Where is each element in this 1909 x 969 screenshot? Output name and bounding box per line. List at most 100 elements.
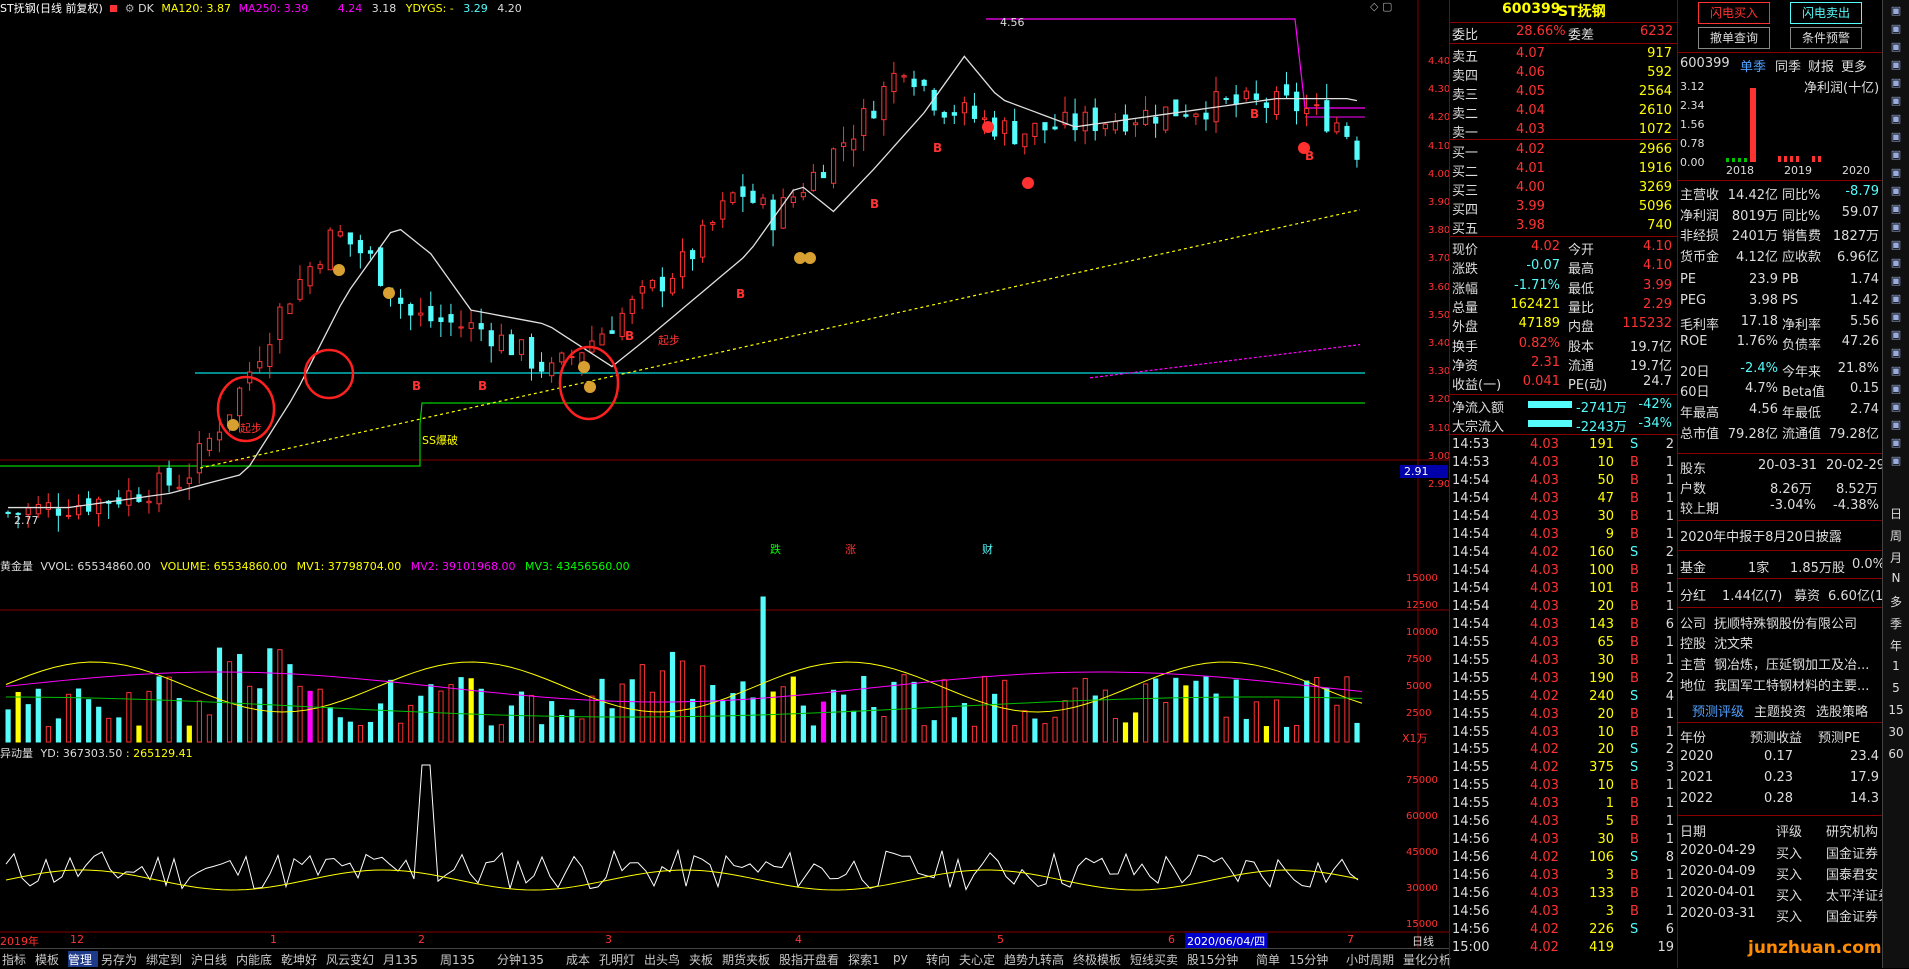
toolbar-icon[interactable]: ▣	[1887, 4, 1905, 20]
toolbar-icon[interactable]: ▣	[1887, 202, 1905, 218]
period-button[interactable]: 周	[1887, 527, 1905, 543]
toolbar-icon[interactable]: ▣	[1887, 112, 1905, 128]
tick-row[interactable]: 14:55 4.03 20 B 1	[1450, 707, 1678, 724]
toolbar-icon[interactable]: ▣	[1887, 436, 1905, 452]
tick-row[interactable]: 14:54 4.03 143 B 6	[1450, 617, 1678, 634]
bottom-tab[interactable]: 成本	[566, 951, 596, 967]
bottom-tab[interactable]: 探索1	[848, 951, 890, 967]
bottom-tab[interactable]: 转向	[926, 951, 956, 967]
kline-chart-panel[interactable]: ST抚钢(日线 前复权) ⚙ DK MA120: 3.87 MA250: 3.3…	[0, 0, 1450, 949]
toolbar-icon[interactable]: ▣	[1887, 22, 1905, 38]
toolbar-icon[interactable]: ▣	[1887, 76, 1905, 92]
bottom-tab[interactable]: 期货夹板	[722, 951, 776, 967]
tick-row[interactable]: 14:56 4.03 3 B 1	[1450, 904, 1678, 921]
tab-single-quarter[interactable]: 单季	[1740, 56, 1766, 75]
condition-alert-button[interactable]: 条件预警	[1790, 27, 1862, 49]
toolbar-icon[interactable]: ▣	[1887, 58, 1905, 74]
flash-sell-button[interactable]: 闪电卖出	[1790, 2, 1862, 24]
toolbar-icon[interactable]: ▣	[1887, 184, 1905, 200]
tick-row[interactable]: 14:54 4.03 100 B 1	[1450, 563, 1678, 580]
period-button[interactable]: 1	[1887, 659, 1905, 675]
tab-theme-invest[interactable]: 主题投资	[1754, 701, 1806, 720]
bottom-tab[interactable]: 终极模板	[1073, 951, 1127, 967]
toolbar-icon[interactable]: ▣	[1887, 346, 1905, 362]
tick-row[interactable]: 14:54 4.03 101 B 1	[1450, 581, 1678, 598]
flash-buy-button[interactable]: 闪电买入	[1698, 2, 1770, 24]
period-button[interactable]: 5	[1887, 681, 1905, 697]
tick-row[interactable]: 14:54 4.03 30 B 1	[1450, 509, 1678, 526]
period-button[interactable]: 60	[1887, 747, 1905, 763]
tick-row[interactable]: 14:54 4.03 9 B 1	[1450, 527, 1678, 544]
bottom-tab[interactable]: 分钟135	[497, 951, 563, 967]
toolbar-icon[interactable]: ▣	[1887, 166, 1905, 182]
toolbar-icon[interactable]: ▣	[1887, 382, 1905, 398]
tab-forecast-rating[interactable]: 预测评级	[1692, 701, 1744, 720]
tick-row[interactable]: 14:55 4.03 1 B 1	[1450, 796, 1678, 813]
tab-more[interactable]: 更多	[1841, 56, 1867, 75]
tick-row[interactable]: 14:55 4.03 10 B 1	[1450, 778, 1678, 795]
toolbar-icon[interactable]: ▣	[1887, 40, 1905, 56]
bottom-tab[interactable]: 夹板	[689, 951, 719, 967]
bottom-tab[interactable]: 月135	[383, 951, 437, 967]
tick-row[interactable]: 14:55 4.03 30 B 1	[1450, 653, 1678, 670]
tab-same-quarter[interactable]: 同季	[1775, 56, 1801, 75]
bottom-tab[interactable]: 风云变幻	[326, 951, 380, 967]
tick-row[interactable]: 14:54 4.03 47 B 1	[1450, 491, 1678, 508]
toolbar-icon[interactable]: ▣	[1887, 310, 1905, 326]
tick-row[interactable]: 14:53 4.03 191 S 2	[1450, 437, 1678, 454]
period-label[interactable]: 日线	[1412, 933, 1434, 949]
period-button[interactable]: 季	[1887, 615, 1905, 631]
bottom-tab[interactable]: 沪日线	[191, 951, 233, 967]
tick-row[interactable]: 14:53 4.03 10 B 1	[1450, 455, 1678, 472]
tick-row[interactable]: 15:00 4.02 419 19	[1450, 940, 1678, 957]
tick-row[interactable]: 14:55 4.02 20 S 2	[1450, 742, 1678, 759]
bottom-tab[interactable]: 简单	[1256, 951, 1286, 967]
bottom-tab[interactable]: 股15分钟	[1187, 951, 1253, 967]
bottom-tab[interactable]: 乾坤好	[281, 951, 323, 967]
toolbar-icon[interactable]: ▣	[1887, 418, 1905, 434]
tick-row[interactable]: 14:56 4.03 5 B 1	[1450, 814, 1678, 831]
period-button[interactable]: 30	[1887, 725, 1905, 741]
bottom-tab[interactable]: 另存为	[101, 951, 143, 967]
tick-row[interactable]: 14:54 4.02 160 S 2	[1450, 545, 1678, 562]
toolbar-icon[interactable]: ▣	[1887, 292, 1905, 308]
bottom-tab[interactable]: 15分钟	[1289, 951, 1343, 967]
tab-stock-strategy[interactable]: 选股策略	[1816, 701, 1868, 720]
tick-row[interactable]: 14:55 4.03 65 B 1	[1450, 635, 1678, 652]
tick-row[interactable]: 14:55 4.02 240 S 4	[1450, 689, 1678, 706]
tick-row[interactable]: 14:56 4.03 3 B 1	[1450, 868, 1678, 885]
bottom-tab[interactable]: 模板	[35, 951, 65, 967]
toolbar-icon[interactable]: ▣	[1887, 274, 1905, 290]
tick-row[interactable]: 14:56 4.02 226 S 6	[1450, 922, 1678, 939]
tick-row[interactable]: 14:54 4.03 20 B 1	[1450, 599, 1678, 616]
period-button[interactable]: 月	[1887, 549, 1905, 565]
bottom-tab[interactable]: 孔明灯	[599, 951, 641, 967]
tick-row[interactable]: 14:56 4.02 106 S 8	[1450, 850, 1678, 867]
toolbar-icon[interactable]: ▣	[1887, 454, 1905, 470]
bottom-tab[interactable]: 管理	[68, 951, 98, 967]
toolbar-icon[interactable]: ▣	[1887, 130, 1905, 146]
bottom-tab[interactable]: 趋势九转高	[1004, 951, 1070, 967]
bottom-tab[interactable]: 夫心定	[959, 951, 1001, 967]
toolbar-icon[interactable]: ▣	[1887, 94, 1905, 110]
toolbar-icon[interactable]: ▣	[1887, 238, 1905, 254]
bottom-tab[interactable]: 小时周期	[1346, 951, 1400, 967]
period-button[interactable]: 多	[1887, 593, 1905, 609]
tick-row[interactable]: 14:54 4.03 50 B 1	[1450, 473, 1678, 490]
cancel-query-button[interactable]: 撤单查询	[1698, 27, 1770, 49]
toolbar-icon[interactable]: ▣	[1887, 328, 1905, 344]
bottom-tab[interactable]: 周135	[440, 951, 494, 967]
tick-row[interactable]: 14:55 4.03 190 B 2	[1450, 671, 1678, 688]
bottom-tab[interactable]: py	[893, 951, 923, 967]
period-button[interactable]: 15	[1887, 703, 1905, 719]
bottom-tab[interactable]: 内能底	[236, 951, 278, 967]
tab-report[interactable]: 财报	[1808, 56, 1834, 75]
bottom-tab[interactable]: 绑定到	[146, 951, 188, 967]
bottom-tab[interactable]: 指标	[2, 951, 32, 967]
bottom-tab[interactable]: 股指开盘看	[779, 951, 845, 967]
bottom-tab[interactable]: 出头鸟	[644, 951, 686, 967]
tick-row[interactable]: 14:55 4.02 375 S 3	[1450, 760, 1678, 777]
period-button[interactable]: 年	[1887, 637, 1905, 653]
toolbar-icon[interactable]: ▣	[1887, 148, 1905, 164]
period-button[interactable]: N	[1887, 571, 1905, 587]
